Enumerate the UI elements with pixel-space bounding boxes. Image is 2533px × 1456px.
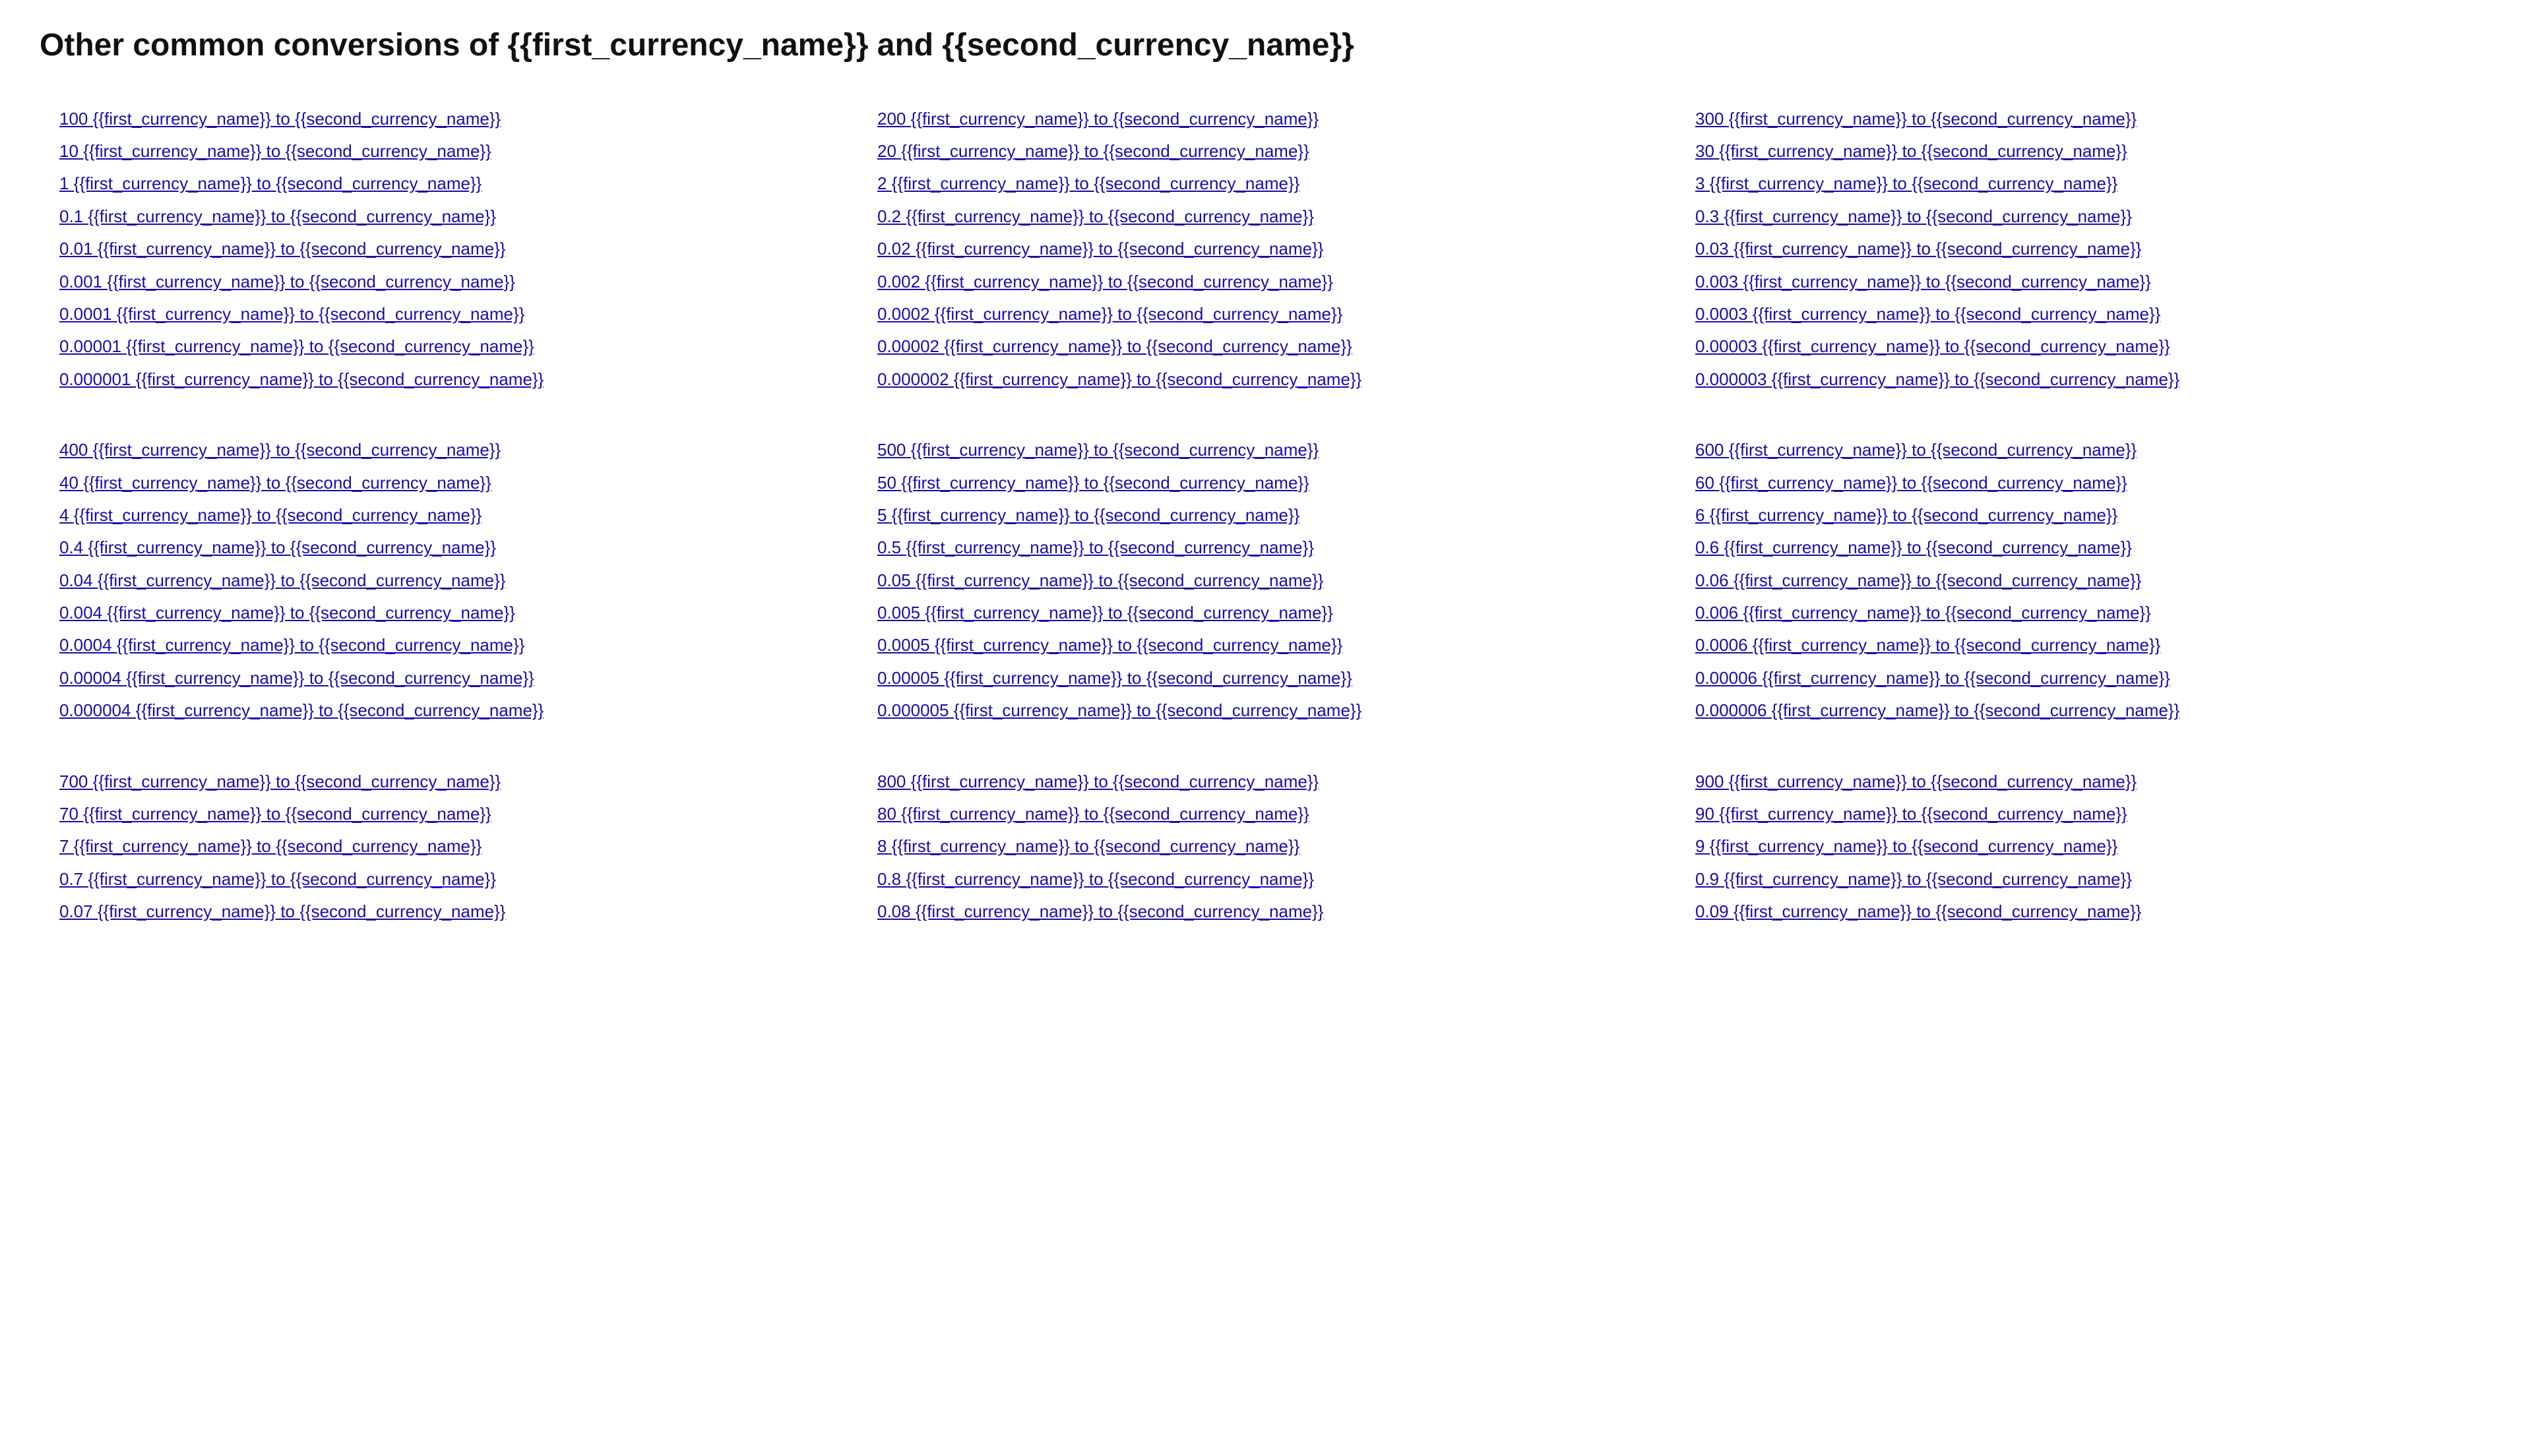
link-item[interactable]: 0.5 {{first_currency_name}} to {{second_…: [877, 531, 1656, 564]
link-item[interactable]: 0.09 {{first_currency_name}} to {{second…: [1695, 895, 2474, 928]
link-item[interactable]: 0.004 {{first_currency_name}} to {{secon…: [59, 597, 838, 629]
link-item[interactable]: 0.05 {{first_currency_name}} to {{second…: [877, 564, 1656, 597]
link-item[interactable]: 0.4 {{first_currency_name}} to {{second_…: [59, 531, 838, 564]
link-item[interactable]: 60 {{first_currency_name}} to {{second_c…: [1695, 467, 2474, 499]
link-item[interactable]: 0.06 {{first_currency_name}} to {{second…: [1695, 564, 2474, 597]
link-item[interactable]: 0.001 {{first_currency_name}} to {{secon…: [59, 266, 838, 298]
link-item[interactable]: 0.08 {{first_currency_name}} to {{second…: [877, 895, 1656, 928]
link-item[interactable]: 0.000002 {{first_currency_name}} to {{se…: [877, 363, 1656, 396]
link-item[interactable]: 100 {{first_currency_name}} to {{second_…: [59, 103, 838, 135]
link-item[interactable]: 0.07 {{first_currency_name}} to {{second…: [59, 895, 838, 928]
link-item[interactable]: 0.003 {{first_currency_name}} to {{secon…: [1695, 266, 2474, 298]
column-1-1: 100 {{first_currency_name}} to {{second_…: [40, 98, 858, 410]
link-item[interactable]: 8 {{first_currency_name}} to {{second_cu…: [877, 830, 1656, 863]
link-item[interactable]: 0.00005 {{first_currency_name}} to {{sec…: [877, 662, 1656, 694]
column-2-1: 400 {{first_currency_name}} to {{second_…: [40, 429, 858, 741]
column-3-2: 800 {{first_currency_name}} to {{second_…: [858, 760, 1675, 942]
page-title: Other common conversions of {{first_curr…: [40, 26, 2493, 65]
link-item[interactable]: 300 {{first_currency_name}} to {{second_…: [1695, 103, 2474, 135]
link-item[interactable]: 0.1 {{first_currency_name}} to {{second_…: [59, 200, 838, 233]
link-item[interactable]: 5 {{first_currency_name}} to {{second_cu…: [877, 499, 1656, 531]
link-item[interactable]: 70 {{first_currency_name}} to {{second_c…: [59, 798, 838, 830]
column-3-3: 900 {{first_currency_name}} to {{second_…: [1675, 760, 2493, 942]
link-item[interactable]: 50 {{first_currency_name}} to {{second_c…: [877, 467, 1656, 499]
link-item[interactable]: 0.00004 {{first_currency_name}} to {{sec…: [59, 662, 838, 694]
link-item[interactable]: 7 {{first_currency_name}} to {{second_cu…: [59, 830, 838, 863]
link-item[interactable]: 40 {{first_currency_name}} to {{second_c…: [59, 467, 838, 499]
link-item[interactable]: 800 {{first_currency_name}} to {{second_…: [877, 766, 1656, 798]
link-item[interactable]: 20 {{first_currency_name}} to {{second_c…: [877, 135, 1656, 167]
link-item[interactable]: 0.3 {{first_currency_name}} to {{second_…: [1695, 200, 2474, 233]
column-1-3: 300 {{first_currency_name}} to {{second_…: [1675, 98, 2493, 410]
link-item[interactable]: 4 {{first_currency_name}} to {{second_cu…: [59, 499, 838, 531]
column-1-2: 200 {{first_currency_name}} to {{second_…: [858, 98, 1675, 410]
link-item[interactable]: 0.005 {{first_currency_name}} to {{secon…: [877, 597, 1656, 629]
link-item[interactable]: 6 {{first_currency_name}} to {{second_cu…: [1695, 499, 2474, 531]
link-item[interactable]: 0.000004 {{first_currency_name}} to {{se…: [59, 694, 838, 727]
link-item[interactable]: 600 {{first_currency_name}} to {{second_…: [1695, 434, 2474, 466]
link-item[interactable]: 0.000001 {{first_currency_name}} to {{se…: [59, 363, 838, 396]
link-item[interactable]: 0.0006 {{first_currency_name}} to {{seco…: [1695, 629, 2474, 661]
link-item[interactable]: 0.00002 {{first_currency_name}} to {{sec…: [877, 330, 1656, 363]
column-2-2: 500 {{first_currency_name}} to {{second_…: [858, 429, 1675, 741]
link-item[interactable]: 90 {{first_currency_name}} to {{second_c…: [1695, 798, 2474, 830]
link-item[interactable]: 10 {{first_currency_name}} to {{second_c…: [59, 135, 838, 167]
link-item[interactable]: 0.00006 {{first_currency_name}} to {{sec…: [1695, 662, 2474, 694]
link-item[interactable]: 0.6 {{first_currency_name}} to {{second_…: [1695, 531, 2474, 564]
link-item[interactable]: 0.0002 {{first_currency_name}} to {{seco…: [877, 298, 1656, 330]
link-item[interactable]: 0.000003 {{first_currency_name}} to {{se…: [1695, 363, 2474, 396]
link-item[interactable]: 30 {{first_currency_name}} to {{second_c…: [1695, 135, 2474, 167]
link-item[interactable]: 0.000005 {{first_currency_name}} to {{se…: [877, 694, 1656, 727]
link-item[interactable]: 0.7 {{first_currency_name}} to {{second_…: [59, 863, 838, 895]
link-item[interactable]: 2 {{first_currency_name}} to {{second_cu…: [877, 167, 1656, 200]
link-item[interactable]: 0.00003 {{first_currency_name}} to {{sec…: [1695, 330, 2474, 363]
link-item[interactable]: 0.000006 {{first_currency_name}} to {{se…: [1695, 694, 2474, 727]
link-item[interactable]: 0.0001 {{first_currency_name}} to {{seco…: [59, 298, 838, 330]
link-item[interactable]: 0.8 {{first_currency_name}} to {{second_…: [877, 863, 1656, 895]
link-item[interactable]: 400 {{first_currency_name}} to {{second_…: [59, 434, 838, 466]
link-item[interactable]: 700 {{first_currency_name}} to {{second_…: [59, 766, 838, 798]
link-item[interactable]: 900 {{first_currency_name}} to {{second_…: [1695, 766, 2474, 798]
link-item[interactable]: 0.006 {{first_currency_name}} to {{secon…: [1695, 597, 2474, 629]
section-1: 100 {{first_currency_name}} to {{second_…: [40, 98, 2493, 410]
link-item[interactable]: 80 {{first_currency_name}} to {{second_c…: [877, 798, 1656, 830]
link-item[interactable]: 0.0005 {{first_currency_name}} to {{seco…: [877, 629, 1656, 661]
link-item[interactable]: 0.0004 {{first_currency_name}} to {{seco…: [59, 629, 838, 661]
link-item[interactable]: 0.00001 {{first_currency_name}} to {{sec…: [59, 330, 838, 363]
section-2: 400 {{first_currency_name}} to {{second_…: [40, 429, 2493, 741]
section-3: 700 {{first_currency_name}} to {{second_…: [40, 760, 2493, 942]
link-item[interactable]: 0.9 {{first_currency_name}} to {{second_…: [1695, 863, 2474, 895]
link-item[interactable]: 0.02 {{first_currency_name}} to {{second…: [877, 233, 1656, 265]
link-item[interactable]: 200 {{first_currency_name}} to {{second_…: [877, 103, 1656, 135]
column-2-3: 600 {{first_currency_name}} to {{second_…: [1675, 429, 2493, 741]
link-item[interactable]: 500 {{first_currency_name}} to {{second_…: [877, 434, 1656, 466]
link-item[interactable]: 0.03 {{first_currency_name}} to {{second…: [1695, 233, 2474, 265]
link-item[interactable]: 9 {{first_currency_name}} to {{second_cu…: [1695, 830, 2474, 863]
column-3-1: 700 {{first_currency_name}} to {{second_…: [40, 760, 858, 942]
link-item[interactable]: 0.01 {{first_currency_name}} to {{second…: [59, 233, 838, 265]
link-item[interactable]: 0.04 {{first_currency_name}} to {{second…: [59, 564, 838, 597]
link-item[interactable]: 3 {{first_currency_name}} to {{second_cu…: [1695, 167, 2474, 200]
link-item[interactable]: 0.0003 {{first_currency_name}} to {{seco…: [1695, 298, 2474, 330]
sections-container: 100 {{first_currency_name}} to {{second_…: [40, 98, 2493, 942]
link-item[interactable]: 0.2 {{first_currency_name}} to {{second_…: [877, 200, 1656, 233]
link-item[interactable]: 1 {{first_currency_name}} to {{second_cu…: [59, 167, 838, 200]
link-item[interactable]: 0.002 {{first_currency_name}} to {{secon…: [877, 266, 1656, 298]
